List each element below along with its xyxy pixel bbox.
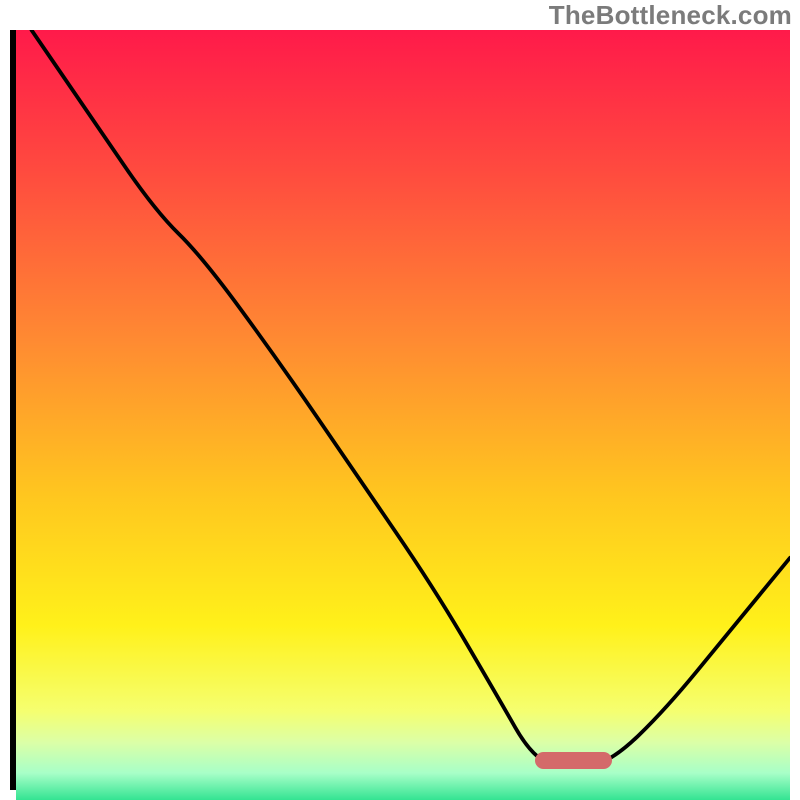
sweet-spot-marker	[535, 752, 612, 769]
bottleneck-curve	[16, 30, 790, 784]
plot-area	[16, 30, 790, 784]
watermark-text: TheBottleneck.com	[549, 0, 792, 31]
plot-frame	[10, 30, 790, 790]
chart-stage: TheBottleneck.com	[0, 0, 800, 800]
